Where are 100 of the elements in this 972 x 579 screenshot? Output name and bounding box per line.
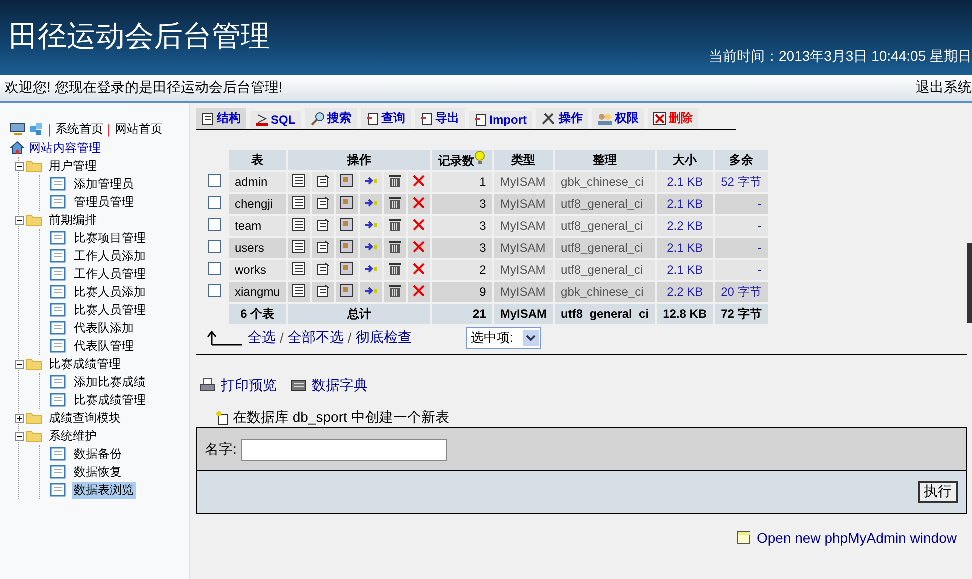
window-icon [737, 531, 751, 545]
drop-icon[interactable] [412, 196, 426, 210]
search-table-icon[interactable] [340, 196, 354, 210]
top-link[interactable]: 网站首页 [114, 120, 163, 138]
collapse-icon[interactable] [15, 360, 24, 368]
tree-item[interactable]: 比赛项目管理 [72, 230, 148, 246]
browse-icon[interactable] [292, 284, 306, 298]
collapse-icon[interactable] [15, 162, 24, 170]
collapse-icon[interactable] [15, 216, 24, 224]
engine-cell: MyISAM [494, 238, 554, 258]
page-icon [50, 321, 66, 335]
tree-item[interactable]: 数据备份 [72, 446, 124, 462]
drop-icon[interactable] [412, 218, 426, 232]
row-checkbox[interactable] [208, 174, 221, 187]
row-checkbox[interactable] [208, 196, 221, 209]
overhead-cell: - [715, 238, 768, 258]
tree-folder[interactable]: 用户管理 [49, 158, 97, 174]
tree-item[interactable]: 比赛成绩管理 [72, 392, 148, 408]
tab[interactable]: 搜索 [304, 108, 357, 129]
home-icon [10, 141, 25, 155]
table-name-input[interactable] [240, 439, 447, 461]
tree-item[interactable]: 数据表浏览 [72, 482, 136, 498]
tab[interactable]: 查询 [360, 108, 411, 129]
structure-icon[interactable] [316, 174, 330, 188]
structure-icon[interactable] [316, 240, 330, 254]
tab[interactable]: 删除 [648, 108, 698, 129]
selection-link[interactable]: 全部不选 [288, 329, 344, 347]
trash-icon[interactable] [388, 262, 402, 276]
total-overhead: 72 字节 [715, 304, 768, 324]
tree-item[interactable]: 工作人员管理 [72, 266, 148, 282]
tree-item[interactable]: 添加管理员 [72, 176, 136, 192]
tab[interactable]: 操作 [536, 108, 588, 129]
trash-icon[interactable] [388, 284, 402, 298]
engine-cell: MyISAM [494, 194, 554, 214]
tab[interactable]: 结构 [196, 108, 246, 129]
tree-folder[interactable]: 系统维护 [49, 428, 97, 444]
execute-button[interactable]: 执行 [918, 481, 958, 503]
collation-cell: utf8_general_ci [555, 260, 656, 280]
panel-legend: 在数据库 db_sport 中创建一个新表 [233, 409, 450, 427]
tree-item[interactable]: 比赛人员添加 [72, 284, 148, 300]
tree-item[interactable]: 数据恢复 [72, 464, 124, 480]
print-preview-link[interactable]: 打印预览 [200, 377, 277, 395]
structure-icon[interactable] [316, 284, 330, 298]
structure-icon[interactable] [316, 196, 330, 210]
tree-folder[interactable]: 比赛成绩管理 [49, 356, 121, 372]
tree-item[interactable]: 添加比赛成绩 [72, 374, 148, 390]
structure-icon[interactable] [316, 262, 330, 276]
expand-icon[interactable] [15, 414, 24, 422]
data-dictionary-link[interactable]: 数据字典 [291, 377, 368, 395]
tree-item[interactable]: 代表队管理 [72, 338, 136, 354]
search-table-icon[interactable] [340, 218, 354, 232]
tree-item[interactable]: 比赛人员管理 [72, 302, 148, 318]
search-table-icon[interactable] [340, 262, 354, 276]
folder-icon [26, 160, 43, 172]
with-selected-dropdown[interactable]: 选中项: [466, 327, 542, 349]
browse-icon[interactable] [292, 196, 306, 210]
tab[interactable]: SQL [250, 111, 301, 129]
trash-icon[interactable] [388, 218, 402, 232]
tree-root-link[interactable]: 网站内容管理 [29, 140, 101, 156]
drop-icon[interactable] [412, 284, 426, 298]
row-checkbox[interactable] [208, 240, 221, 253]
page-icon [50, 195, 66, 209]
tree-item[interactable]: 管理员管理 [72, 194, 136, 210]
selection-link[interactable]: 全选 [248, 329, 276, 347]
browse-icon[interactable] [292, 218, 306, 232]
tree-item[interactable]: 代表队添加 [72, 320, 136, 336]
tree-item[interactable]: 工作人员添加 [72, 248, 148, 264]
document-icon [474, 113, 488, 127]
tab[interactable]: 权限 [592, 108, 644, 129]
top-link[interactable]: 系统首页 [55, 120, 104, 138]
tree-folder[interactable]: 成绩查询模块 [49, 410, 121, 426]
new-window-link[interactable]: Open new phpMyAdmin window [737, 530, 957, 546]
search-table-icon[interactable] [340, 174, 354, 188]
browse-icon[interactable] [292, 174, 306, 188]
trash-icon[interactable] [388, 240, 402, 254]
separator: | [107, 122, 111, 136]
collapse-icon[interactable] [15, 432, 24, 440]
search-table-icon[interactable] [340, 240, 354, 254]
drop-icon[interactable] [412, 240, 426, 254]
scrollbar[interactable] [967, 243, 972, 323]
trash-icon[interactable] [388, 174, 402, 188]
tab[interactable]: 导出 [414, 108, 465, 129]
row-checkbox[interactable] [208, 262, 221, 275]
search-table-icon[interactable] [340, 284, 354, 298]
drop-icon[interactable] [412, 262, 426, 276]
browse-icon[interactable] [292, 240, 306, 254]
size-cell: 2.1 KB [657, 172, 714, 192]
tab[interactable]: Import [468, 111, 532, 129]
tree-folder[interactable]: 前期编排 [49, 212, 97, 228]
browse-icon[interactable] [292, 262, 306, 276]
trash-icon[interactable] [388, 196, 402, 210]
drop-icon[interactable] [412, 174, 426, 188]
logout-link[interactable]: 退出系统 [916, 79, 972, 97]
structure-icon[interactable] [316, 218, 330, 232]
folder-icon [26, 358, 43, 370]
selection-link[interactable]: 彻底检查 [356, 329, 412, 347]
row-checkbox[interactable] [208, 284, 221, 297]
table-name-cell: works [229, 260, 286, 280]
row-checkbox[interactable] [208, 218, 221, 231]
page-icon [50, 375, 66, 389]
